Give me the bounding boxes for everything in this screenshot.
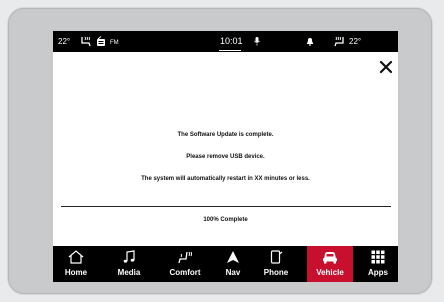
nav-home[interactable]: Home: [59, 246, 93, 282]
nav-label-nav: Nav: [225, 268, 241, 277]
radio-band-label: FM: [110, 40, 119, 46]
phone-icon: [270, 250, 283, 264]
heated-seat-icon[interactable]: [80, 36, 93, 47]
nav-label-media: Media: [117, 268, 141, 277]
heated-seat-icon: [178, 251, 192, 264]
notification-bell-icon: [307, 38, 313, 46]
microphone-icon: [254, 37, 260, 46]
temperature-left: 22°: [58, 37, 71, 46]
car-icon: [323, 252, 337, 264]
progress-text: 100% Complete: [203, 217, 248, 223]
nav-navigation[interactable]: Nav: [220, 246, 246, 282]
nav-label-comfort: Comfort: [169, 268, 201, 277]
temperature-right: 22°: [349, 37, 362, 46]
nav-label-vehicle: Vehicle: [316, 268, 344, 277]
nav-label-apps: Apps: [368, 268, 388, 277]
nav-label-phone: Phone: [263, 268, 289, 277]
update-dialog: The Software Update is complete. Please …: [53, 52, 398, 246]
nav-label-home: Home: [64, 268, 88, 277]
divider: [61, 206, 391, 207]
apps-grid-icon: [371, 250, 385, 264]
update-complete-text: The Software Update is complete.: [177, 132, 274, 138]
infotainment-screen: 22° FM 10:01 22° The Software Update is …: [53, 31, 398, 282]
nav-vehicle[interactable]: Vehicle: [307, 246, 353, 282]
radio-icon: [97, 36, 105, 46]
navigation-arrow-icon: [227, 251, 239, 263]
clock-underline: [219, 50, 241, 51]
heated-seat-passenger-icon[interactable]: [332, 36, 345, 47]
nav-phone[interactable]: Phone: [258, 246, 294, 282]
nav-media[interactable]: Media: [111, 246, 147, 282]
clock: 10:01: [220, 36, 243, 46]
music-note-icon: [123, 250, 135, 263]
home-icon: [68, 250, 84, 264]
nav-comfort[interactable]: Comfort: [162, 246, 208, 282]
remove-usb-text: Please remove USB device.: [186, 154, 265, 160]
nav-apps[interactable]: Apps: [362, 246, 394, 282]
status-bar: 22° FM 10:01 22°: [53, 31, 398, 52]
restart-notice-text: The system will automatically restart in…: [141, 176, 310, 182]
close-icon[interactable]: [378, 59, 394, 75]
bottom-nav-bar: Home Media Comfort Nav Phone Vehicle App…: [53, 246, 398, 282]
